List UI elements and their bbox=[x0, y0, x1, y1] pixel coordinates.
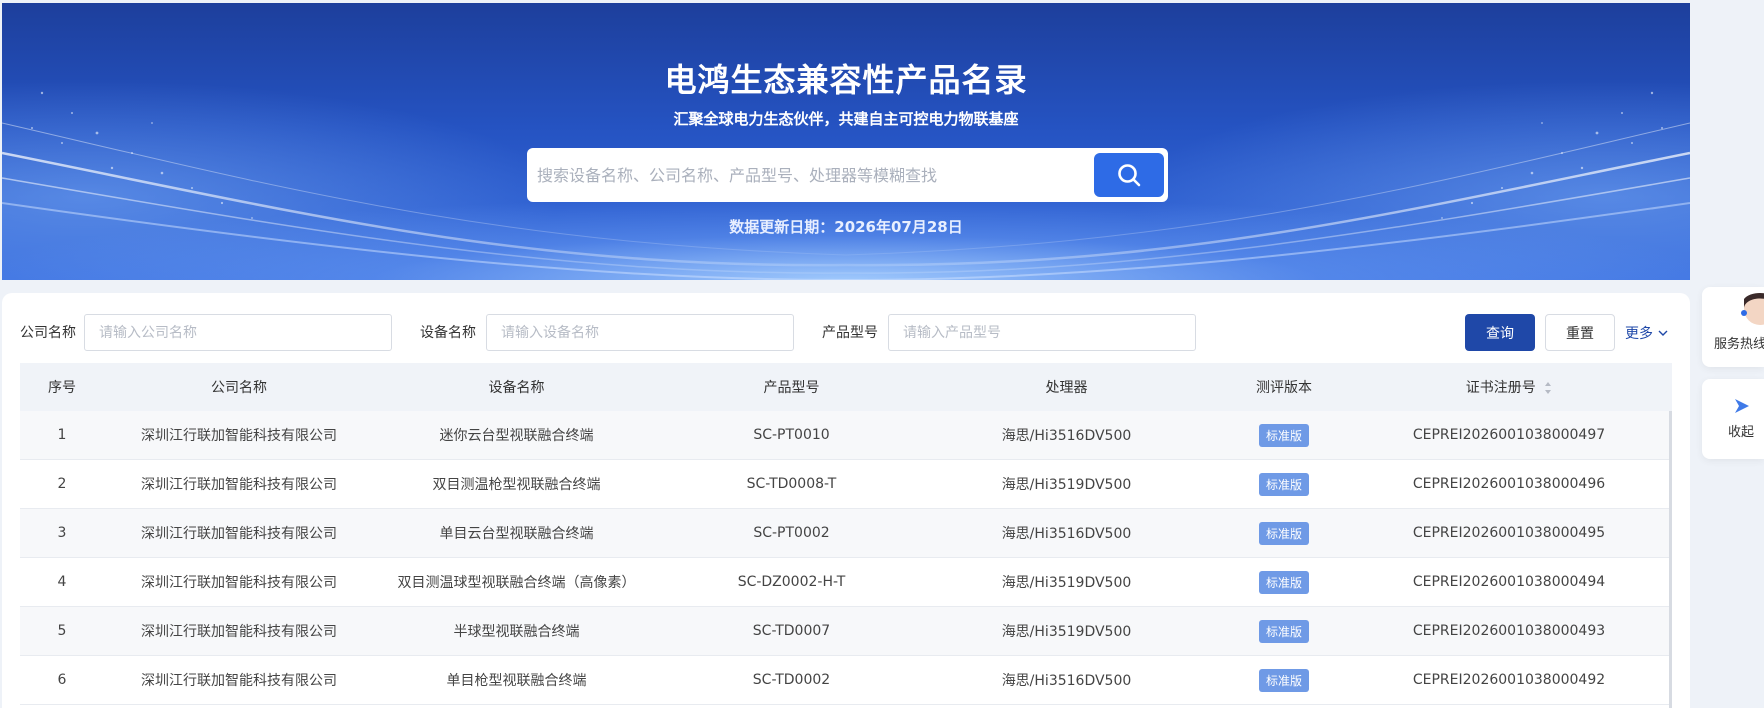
header-version: 测评版本 bbox=[1256, 380, 1312, 396]
hero-search-button[interactable] bbox=[1094, 153, 1164, 197]
collapse-widget[interactable]: 收起 bbox=[1702, 379, 1764, 459]
filter-bar: 公司名称 设备名称 产品型号 查询 重置 更多 bbox=[2, 311, 1690, 351]
cell-company: 深圳江行联加智能科技有限公司 bbox=[141, 673, 337, 689]
cell-company: 深圳江行联加智能科技有限公司 bbox=[141, 526, 337, 542]
version-badge: 标准版 bbox=[1258, 423, 1309, 447]
model-filter-input[interactable] bbox=[888, 314, 1196, 351]
catalog-card: 公司名称 设备名称 产品型号 查询 重置 更多 序号 公司名称 设备名称 产品型… bbox=[2, 293, 1690, 708]
table-header: 序号 公司名称 设备名称 产品型号 处理器 测评版本 证书注册号 bbox=[20, 363, 1672, 411]
cell-model: SC-DZ0002-H-T bbox=[737, 574, 846, 590]
cell-model: SC-TD0007 bbox=[752, 623, 831, 639]
cell-processor: 海思/Hi3516DV500 bbox=[1001, 526, 1132, 542]
header-model: 产品型号 bbox=[763, 380, 820, 396]
arrow-right-icon bbox=[1735, 399, 1749, 413]
cell-version: 标准版 bbox=[1209, 668, 1359, 692]
service-hotline-widget[interactable]: 服务热线 bbox=[1702, 287, 1764, 367]
cell-model: SC-TD0002 bbox=[752, 672, 831, 688]
table-row[interactable]: 5 深圳江行联加智能科技有限公司 半球型视联融合终端 SC-TD0007 海思/Hi35… bbox=[20, 607, 1672, 656]
more-filters-toggle[interactable]: 更多 bbox=[1625, 314, 1669, 351]
search-icon bbox=[1118, 164, 1141, 187]
cell-model: SC-PT0010 bbox=[753, 427, 830, 443]
cell-processor: 海思/Hi3519DV500 bbox=[1001, 575, 1132, 591]
header-cert-label: 证书注册号 bbox=[1465, 380, 1536, 396]
data-update-date: 数据更新日期：2026年07月28日 bbox=[729, 218, 963, 236]
table-row[interactable]: 2 深圳江行联加智能科技有限公司 双目测温枪型视联融合终端 SC-TD0008-T 海思… bbox=[20, 460, 1672, 509]
cell-version: 标准版 bbox=[1209, 570, 1359, 594]
version-badge: 标准版 bbox=[1258, 570, 1309, 594]
cell-version: 标准版 bbox=[1209, 521, 1359, 545]
cell-index: 6 bbox=[57, 672, 67, 688]
cell-version: 标准版 bbox=[1209, 619, 1359, 643]
cell-processor: 海思/Hi3519DV500 bbox=[1001, 477, 1132, 493]
company-filter-input[interactable] bbox=[84, 314, 392, 351]
cell-cert: CEPREI2026001038000492 bbox=[1412, 672, 1606, 688]
table-row[interactable]: 3 深圳江行联加智能科技有限公司 单目云台型视联融合终端 SC-PT0002 海思/Hi… bbox=[20, 509, 1672, 558]
cell-index: 4 bbox=[57, 574, 67, 590]
cell-cert: CEPREI2026001038000497 bbox=[1412, 427, 1606, 443]
cell-device: 迷你云台型视联融合终端 bbox=[439, 428, 594, 444]
cell-index: 1 bbox=[57, 427, 67, 443]
cell-company: 深圳江行联加智能科技有限公司 bbox=[141, 575, 337, 591]
version-badge: 标准版 bbox=[1258, 521, 1309, 545]
page-title: 电鸿生态兼容性产品名录 bbox=[664, 61, 1028, 99]
cell-processor: 海思/Hi3516DV500 bbox=[1001, 428, 1132, 444]
cell-model: SC-TD0008-T bbox=[746, 476, 837, 492]
table-row[interactable]: 1 深圳江行联加智能科技有限公司 迷你云台型视联融合终端 SC-PT0010 海思/Hi… bbox=[20, 411, 1672, 460]
reset-button[interactable]: 重置 bbox=[1545, 314, 1615, 351]
cell-device: 双目测温枪型视联融合终端 bbox=[432, 477, 601, 493]
query-button[interactable]: 查询 bbox=[1465, 314, 1535, 351]
more-filters-label: 更多 bbox=[1625, 325, 1653, 342]
cell-device: 单目云台型视联融合终端 bbox=[439, 526, 594, 542]
service-hotline-label: 服务热线 bbox=[1714, 337, 1764, 352]
cell-company: 深圳江行联加智能科技有限公司 bbox=[141, 477, 337, 493]
header-processor: 处理器 bbox=[1045, 380, 1088, 396]
model-filter-label: 产品型号 bbox=[822, 325, 878, 341]
cell-index: 5 bbox=[57, 623, 67, 639]
cell-company: 深圳江行联加智能科技有限公司 bbox=[141, 428, 337, 444]
hero-search-input[interactable] bbox=[537, 165, 1094, 185]
cell-cert: CEPREI2026001038000494 bbox=[1412, 574, 1606, 590]
device-filter-label: 设备名称 bbox=[420, 325, 476, 341]
table-scrollbar[interactable] bbox=[1669, 411, 1672, 708]
hero-banner: 电鸿生态兼容性产品名录 汇聚全球电力生态伙伴，共建自主可控电力物联基座 数据更新… bbox=[2, 3, 1690, 280]
collapse-label: 收起 bbox=[1728, 425, 1755, 440]
cell-processor: 海思/Hi3519DV500 bbox=[1001, 624, 1132, 640]
banner-wave-decoration bbox=[2, 91, 1690, 280]
table-row[interactable]: 6 深圳江行联加智能科技有限公司 单目枪型视联融合终端 SC-TD0002 海思/Hi3… bbox=[20, 656, 1672, 705]
hero-search-box bbox=[527, 148, 1168, 202]
cell-cert: CEPREI2026001038000496 bbox=[1412, 476, 1606, 492]
cell-device: 双目测温球型视联融合终端（高像素） bbox=[397, 575, 636, 591]
product-table: 序号 公司名称 设备名称 产品型号 处理器 测评版本 证书注册号 1 深圳江行联加… bbox=[20, 363, 1672, 705]
cell-processor: 海思/Hi3516DV500 bbox=[1001, 673, 1132, 689]
header-cert[interactable]: 证书注册号 bbox=[1359, 377, 1659, 397]
chevron-down-icon bbox=[1658, 330, 1668, 336]
cell-cert: CEPREI2026001038000495 bbox=[1412, 525, 1606, 541]
header-company: 公司名称 bbox=[211, 380, 267, 396]
cell-company: 深圳江行联加智能科技有限公司 bbox=[141, 624, 337, 640]
version-badge: 标准版 bbox=[1258, 619, 1309, 643]
version-badge: 标准版 bbox=[1258, 472, 1309, 496]
version-badge: 标准版 bbox=[1258, 668, 1309, 692]
cell-index: 2 bbox=[57, 476, 67, 492]
table-row[interactable]: 4 深圳江行联加智能科技有限公司 双目测温球型视联融合终端（高像素） SC-DZ000… bbox=[20, 558, 1672, 607]
page-subtitle: 汇聚全球电力生态伙伴，共建自主可控电力物联基座 bbox=[673, 110, 1019, 128]
header-index: 序号 bbox=[48, 380, 76, 396]
cell-device: 半球型视联融合终端 bbox=[453, 624, 580, 640]
cell-index: 3 bbox=[57, 525, 67, 541]
cell-cert: CEPREI2026001038000493 bbox=[1412, 623, 1606, 639]
cell-version: 标准版 bbox=[1209, 423, 1359, 447]
cell-model: SC-PT0002 bbox=[753, 525, 830, 541]
company-filter-label: 公司名称 bbox=[20, 325, 76, 341]
sort-icon[interactable] bbox=[1544, 381, 1552, 395]
customer-service-avatar-icon bbox=[1741, 293, 1764, 325]
cell-version: 标准版 bbox=[1209, 472, 1359, 496]
table-body: 1 深圳江行联加智能科技有限公司 迷你云台型视联融合终端 SC-PT0010 海思/Hi… bbox=[20, 411, 1672, 705]
cell-device: 单目枪型视联融合终端 bbox=[446, 673, 587, 689]
device-filter-input[interactable] bbox=[486, 314, 794, 351]
header-device: 设备名称 bbox=[488, 380, 545, 396]
